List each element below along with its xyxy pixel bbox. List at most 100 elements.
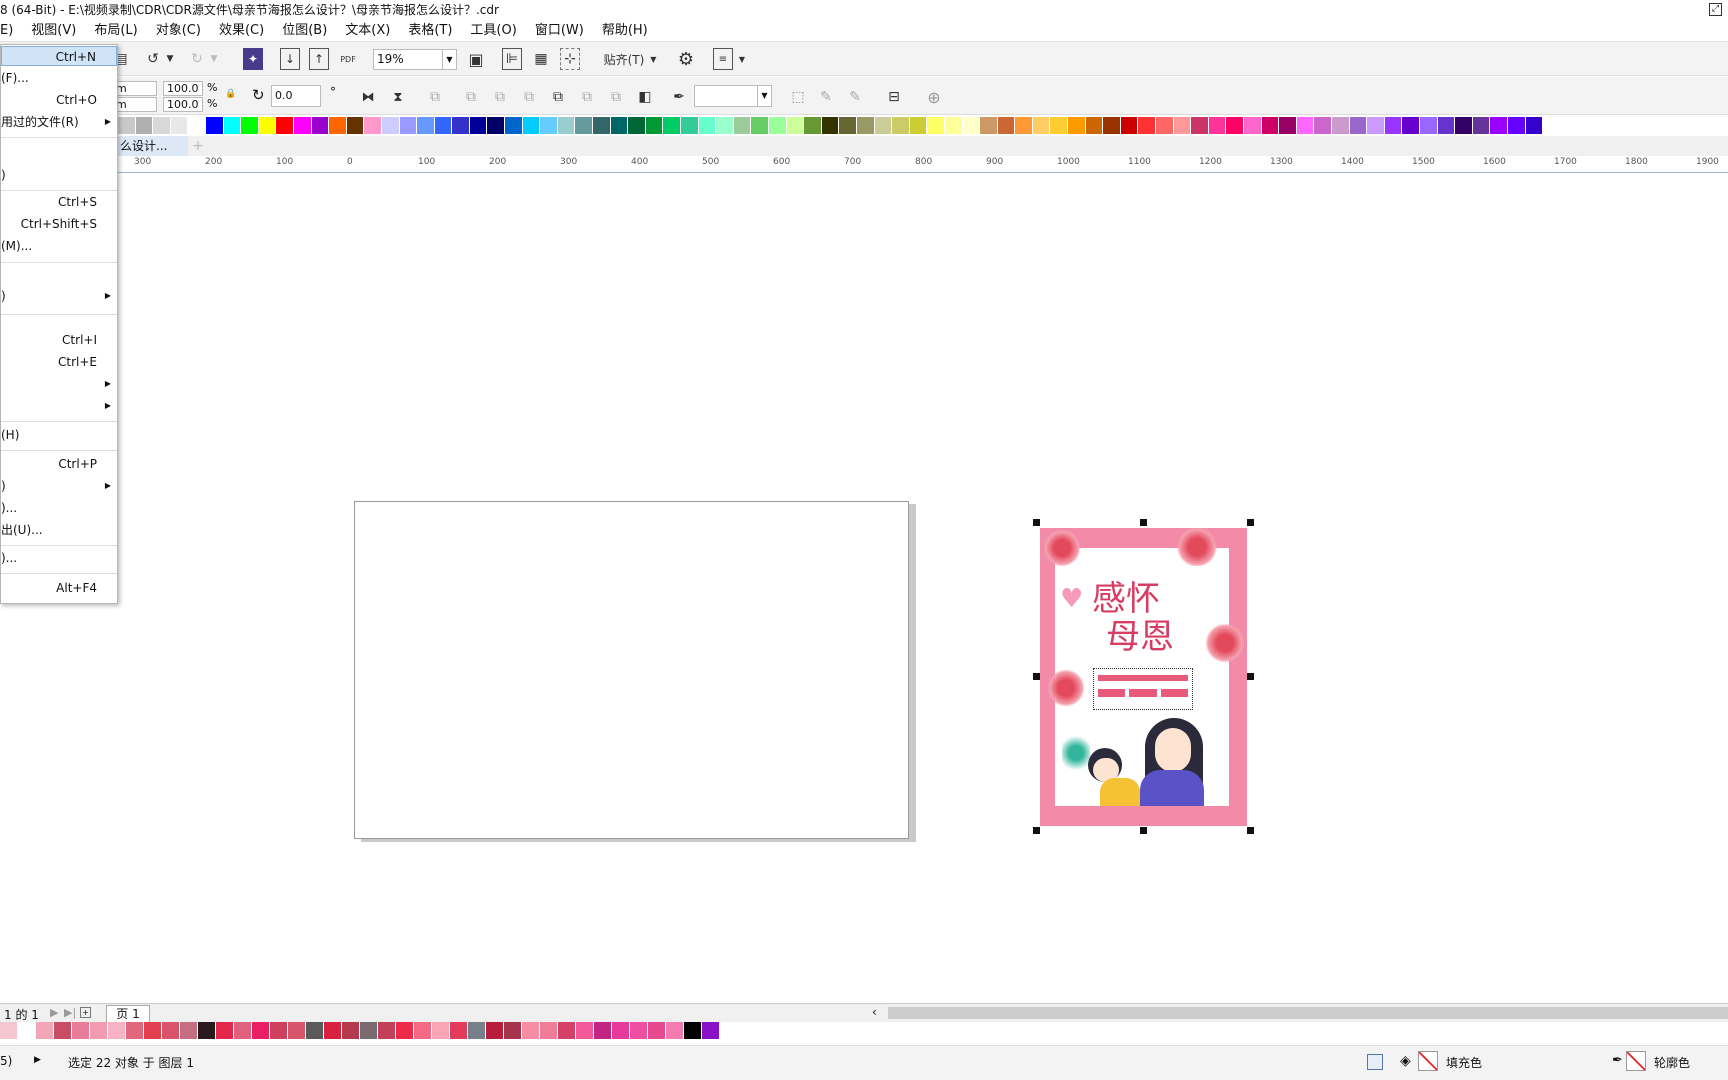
group-icon[interactable]: ⧉ — [425, 86, 445, 108]
menu-text[interactable]: 文本(X) — [336, 20, 399, 42]
selection-handle-bottom-right[interactable] — [1247, 827, 1254, 834]
zoom-dropdown-icon[interactable]: ▼ — [442, 50, 456, 69]
color-swatch[interactable] — [293, 117, 312, 134]
search-content-icon[interactable]: ✦ — [243, 48, 263, 70]
color-swatch[interactable] — [681, 117, 699, 134]
file-menu-print-options[interactable]: ) ▶ — [1, 476, 117, 496]
full-screen-icon[interactable]: ▣ — [466, 48, 486, 70]
color-swatch[interactable] — [342, 1022, 360, 1039]
color-swatch[interactable] — [733, 117, 752, 134]
menu-layout[interactable]: 布局(L) — [85, 20, 146, 42]
launch-icon[interactable]: ≡ — [713, 48, 733, 70]
file-menu-print-merge[interactable]: 出(U)... — [1, 520, 117, 540]
menu-window[interactable]: 窗口(W) — [526, 20, 593, 42]
color-swatch[interactable] — [1525, 117, 1544, 134]
color-profile-icon[interactable] — [1367, 1054, 1383, 1070]
back-minus-front-icon[interactable]: ⧉ — [606, 86, 626, 108]
color-swatch[interactable] — [716, 117, 734, 134]
selection-handle-top-right[interactable] — [1247, 519, 1254, 526]
page-tab[interactable]: 页 1 — [106, 1005, 150, 1022]
color-swatch[interactable] — [1437, 117, 1456, 134]
file-menu-save[interactable]: Ctrl+S — [1, 192, 117, 212]
color-swatch[interactable] — [1050, 117, 1069, 134]
color-swatch[interactable] — [1419, 117, 1438, 134]
color-swatch[interactable] — [0, 1022, 18, 1039]
snap-to-button[interactable]: 贴齐(T) ▼ — [597, 48, 663, 70]
file-menu-acquire-image[interactable]: ) ▶ — [1, 286, 117, 306]
color-swatch[interactable] — [1402, 117, 1420, 134]
file-menu-new-from-template[interactable]: (F)... — [1, 68, 117, 88]
color-swatch[interactable] — [576, 1022, 594, 1039]
selection-handle-middle-right[interactable] — [1247, 673, 1254, 680]
color-swatch[interactable] — [997, 117, 1016, 134]
file-menu-close[interactable]: ) — [1, 165, 117, 185]
color-swatch[interactable] — [1244, 117, 1262, 134]
color-swatch[interactable] — [381, 117, 400, 134]
color-swatch[interactable] — [1156, 117, 1174, 134]
color-swatch[interactable] — [1103, 117, 1121, 134]
color-swatch[interactable] — [1455, 117, 1473, 134]
color-swatch[interactable] — [540, 1022, 558, 1039]
last-page-icon[interactable]: ▶| — [64, 1006, 76, 1019]
color-swatch[interactable] — [434, 117, 453, 134]
file-menu-new[interactable]: Ctrl+N — [1, 46, 117, 66]
color-swatch[interactable] — [980, 117, 998, 134]
color-swatch[interactable] — [324, 1022, 342, 1039]
color-swatch[interactable] — [575, 117, 594, 134]
color-swatch[interactable] — [1032, 117, 1051, 134]
selection-handle-top-middle[interactable] — [1140, 519, 1147, 526]
weld-icon[interactable]: ⧉ — [461, 86, 481, 108]
color-swatch[interactable] — [630, 1022, 648, 1039]
selection-handle-top-left[interactable] — [1033, 519, 1040, 526]
color-swatch[interactable] — [540, 117, 558, 134]
intersect-icon[interactable]: ⧉ — [519, 86, 539, 108]
file-menu-prepress[interactable]: )... — [1, 498, 117, 518]
document-tab[interactable]: 么设计... — [118, 136, 188, 156]
export-icon[interactable]: ↑ — [309, 48, 329, 70]
color-swatch[interactable] — [1472, 117, 1491, 134]
color-swatch[interactable] — [1314, 117, 1332, 134]
color-swatch[interactable] — [108, 1022, 126, 1039]
color-swatch[interactable] — [522, 117, 541, 134]
color-swatch[interactable] — [1085, 117, 1104, 134]
show-grid-icon[interactable]: ▦ — [531, 48, 551, 70]
color-swatch[interactable] — [558, 1022, 576, 1039]
color-swatch[interactable] — [180, 1022, 198, 1039]
color-swatch[interactable] — [610, 117, 629, 134]
launch-dropdown-icon[interactable]: ▼ — [736, 48, 748, 70]
outline-width-dropdown-icon[interactable]: ▼ — [757, 86, 771, 106]
color-swatch[interactable] — [18, 1022, 36, 1039]
file-menu-save-as[interactable]: Ctrl+Shift+S — [1, 214, 117, 234]
rotation-angle-field[interactable]: 0.0 — [271, 85, 321, 107]
color-swatch[interactable] — [258, 117, 277, 134]
file-menu-import[interactable]: Ctrl+I — [1, 330, 117, 350]
color-swatch[interactable] — [306, 1022, 324, 1039]
color-swatch[interactable] — [153, 117, 171, 134]
color-swatch[interactable] — [1068, 117, 1086, 134]
color-swatch[interactable] — [170, 117, 189, 134]
color-swatch[interactable] — [628, 117, 646, 134]
color-swatch[interactable] — [216, 1022, 234, 1039]
color-swatch[interactable] — [1261, 117, 1280, 134]
trim-icon[interactable]: ⧉ — [490, 86, 510, 108]
color-swatch[interactable] — [360, 1022, 378, 1039]
import-icon[interactable]: ↓ — [280, 48, 300, 70]
color-swatch[interactable] — [648, 1022, 666, 1039]
file-menu-print[interactable]: Ctrl+P — [1, 454, 117, 474]
color-swatch[interactable] — [450, 1022, 468, 1039]
selection-handle-middle-left[interactable] — [1033, 673, 1040, 680]
color-swatch[interactable] — [188, 117, 206, 134]
simplify-icon[interactable]: ⧉ — [548, 86, 568, 108]
color-swatch[interactable] — [504, 1022, 522, 1039]
color-swatch[interactable] — [839, 117, 857, 134]
color-swatch[interactable] — [666, 1022, 684, 1039]
color-swatch[interactable] — [1226, 117, 1244, 134]
color-swatch[interactable] — [874, 117, 893, 134]
color-swatch[interactable] — [1367, 117, 1385, 134]
color-swatch[interactable] — [118, 117, 136, 134]
menu-tools[interactable]: 工具(O) — [461, 20, 525, 42]
horizontal-scrollbar[interactable] — [888, 1007, 1728, 1019]
front-minus-back-icon[interactable]: ⧉ — [577, 86, 597, 108]
color-swatch[interactable] — [90, 1022, 108, 1039]
color-swatch[interactable] — [663, 117, 681, 134]
